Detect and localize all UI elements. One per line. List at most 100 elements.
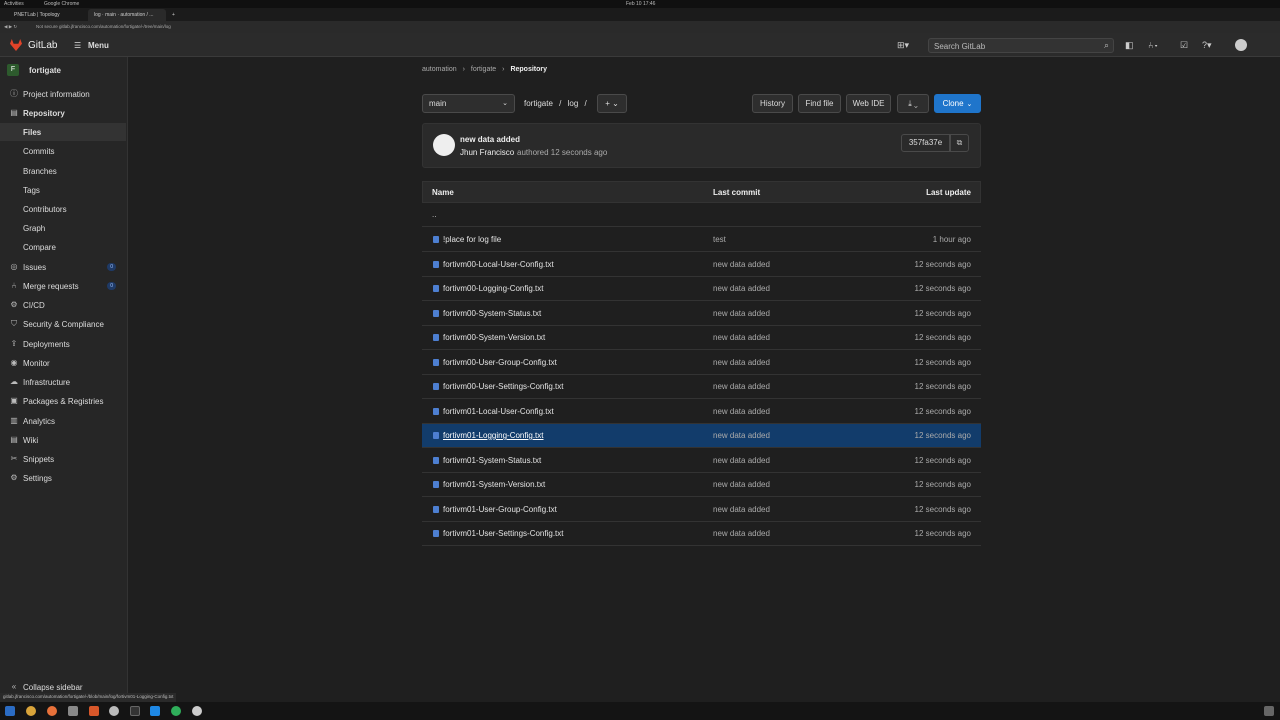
new-tab-button[interactable]: + bbox=[166, 9, 178, 21]
sidebar-item-packages-registries[interactable]: ▣ Packages & Registries bbox=[0, 392, 126, 410]
table-row[interactable]: fortivm00-System-Status.txt new data adde… bbox=[422, 302, 981, 326]
sidebar-item-graph[interactable]: Graph bbox=[0, 219, 126, 237]
commit-author[interactable]: Jhun Francisco bbox=[460, 148, 514, 157]
chrome-icon[interactable] bbox=[26, 706, 36, 716]
info-icon: ⓘ bbox=[10, 89, 18, 98]
table-row[interactable]: fortivm00-System-Version.txt new data add… bbox=[422, 326, 981, 350]
sidebar-item-merge-requests[interactable]: ⑃ Merge requests 0 bbox=[0, 277, 126, 295]
find-file-button[interactable]: Find file bbox=[798, 94, 841, 113]
file-icon bbox=[433, 359, 439, 366]
path-log[interactable]: log bbox=[568, 99, 579, 108]
create-new-icon[interactable]: ⊞▾ bbox=[897, 40, 909, 51]
files-icon[interactable] bbox=[68, 706, 78, 716]
monitor-icon: ◉ bbox=[10, 358, 18, 367]
browser-tab-gitlab[interactable]: log · main · automation / ... bbox=[88, 9, 166, 21]
nav-arrows-icon[interactable]: ◀ ▶ ↻ bbox=[4, 24, 17, 30]
merge-requests-count-badge: 0 bbox=[107, 282, 116, 290]
sidebar-item-issues[interactable]: ◎ Issues 0 bbox=[0, 258, 126, 276]
firefox-icon[interactable] bbox=[47, 706, 57, 716]
menu-button[interactable]: Menu bbox=[88, 41, 109, 50]
sidebar-item-files[interactable]: Files bbox=[0, 123, 126, 141]
app-menu[interactable]: Google Chrome bbox=[44, 1, 79, 7]
deploy-icon: ⇪ bbox=[10, 339, 18, 348]
sidebar-project-header[interactable]: F fortigate bbox=[0, 61, 126, 79]
gitlab-logo-icon[interactable] bbox=[10, 39, 22, 51]
sidebar-item-snippets[interactable]: ✂ Snippets bbox=[0, 450, 126, 468]
settings-icon[interactable] bbox=[192, 706, 202, 716]
spotify-icon[interactable] bbox=[171, 706, 181, 716]
parent-directory-row[interactable]: .. bbox=[422, 203, 981, 227]
todos-icon[interactable]: ☑ bbox=[1180, 40, 1188, 51]
history-button[interactable]: History bbox=[752, 94, 793, 113]
table-row[interactable]: fortivm01-System-Version.txt new data add… bbox=[422, 473, 981, 497]
download-dropdown[interactable]: ⤓ ⌄ bbox=[897, 94, 929, 113]
table-row[interactable]: fortivm00-User-Settings-Config.txt new da… bbox=[422, 375, 981, 399]
sidebar-item-wiki[interactable]: ▤ Wiki bbox=[0, 431, 126, 449]
url-text[interactable]: Not secure gitlab.jfrancisco.com/automat… bbox=[36, 24, 171, 29]
table-row[interactable]: fortivm01-User-Settings-Config.txt new da… bbox=[422, 522, 981, 546]
commit-sha[interactable]: 357fa37e bbox=[901, 134, 950, 152]
path-fortigate[interactable]: fortigate bbox=[524, 99, 553, 108]
sidebar-item-project-information[interactable]: ⓘ Project information bbox=[0, 85, 126, 103]
author-avatar[interactable] bbox=[433, 134, 455, 156]
table-row[interactable]: fortivm01-User-Group-Config.txt new data … bbox=[422, 498, 981, 522]
table-row[interactable]: fortivm00-User-Group-Config.txt new data … bbox=[422, 351, 981, 375]
merge-requests-icon[interactable]: ⑃▾ bbox=[1148, 40, 1159, 50]
gear-icon: ⚙ bbox=[10, 473, 18, 482]
activities-button[interactable]: Activities bbox=[4, 1, 24, 7]
web-ide-button[interactable]: Web IDE bbox=[846, 94, 891, 113]
sidebar-item-infrastructure[interactable]: ☁ Infrastructure bbox=[0, 373, 126, 391]
file-icon bbox=[433, 383, 439, 390]
sidebar-item-ci-cd[interactable]: ⚙ CI/CD bbox=[0, 296, 126, 314]
table-row[interactable]: !place for log file test 1 hour ago bbox=[422, 228, 981, 252]
add-file-dropdown[interactable]: + ⌄ bbox=[597, 94, 627, 113]
copy-sha-icon[interactable]: ⧉ bbox=[950, 134, 969, 152]
breadcrumb-repository[interactable]: Repository bbox=[510, 66, 547, 73]
status-url: gitlab.jfrancisco.com/automation/fortiga… bbox=[0, 693, 177, 702]
breadcrumb-fortigate[interactable]: fortigate bbox=[471, 66, 496, 73]
file-icon bbox=[433, 261, 439, 268]
sidebar-item-monitor[interactable]: ◉ Monitor bbox=[0, 354, 126, 372]
chromium-icon[interactable] bbox=[109, 706, 119, 716]
sidebar-item-settings[interactable]: ⚙ Settings bbox=[0, 469, 126, 487]
clone-button[interactable]: Clone ⌄ bbox=[934, 94, 981, 113]
sidebar-item-commits[interactable]: Commits bbox=[0, 142, 126, 160]
branch-selector[interactable]: main ⌄ bbox=[422, 94, 515, 113]
sidebar-item-analytics[interactable]: ▥ Analytics bbox=[0, 412, 126, 430]
download-icon: ⤓ ⌄ bbox=[908, 98, 918, 108]
table-row[interactable]: fortivm00-Local-User-Config.txt new data … bbox=[422, 253, 981, 277]
address-bar[interactable]: ◀ ▶ ↻ Not secure gitlab.jfrancisco.com/a… bbox=[0, 21, 1280, 33]
column-last-update: Last update bbox=[926, 188, 971, 197]
table-row[interactable]: fortivm00-Logging-Config.txt new data add… bbox=[422, 277, 981, 301]
avatar[interactable] bbox=[1235, 39, 1247, 51]
sidebar-item-compare[interactable]: Compare bbox=[0, 238, 126, 256]
commit-title[interactable]: new data added bbox=[460, 135, 520, 144]
issues-icon[interactable]: ◧ bbox=[1125, 40, 1134, 51]
breadcrumb-automation[interactable]: automation bbox=[422, 66, 457, 73]
book-icon: ▤ bbox=[10, 435, 18, 444]
table-row[interactable]: fortivm01-System-Status.txt new data adde… bbox=[422, 449, 981, 473]
issues-icon: ◎ bbox=[10, 262, 18, 271]
repo-path: fortigate / log / bbox=[524, 99, 587, 108]
app-launcher-icon[interactable] bbox=[5, 706, 15, 716]
browser-tab-pnetlab[interactable]: PNETLab | Topology bbox=[8, 9, 84, 21]
software-icon[interactable] bbox=[89, 706, 99, 716]
table-row-selected[interactable]: fortivm01-Logging-Config.txt new data add… bbox=[422, 424, 981, 448]
show-apps-icon[interactable] bbox=[1264, 706, 1274, 716]
sidebar-item-deployments[interactable]: ⇪ Deployments bbox=[0, 335, 126, 353]
table-row[interactable]: fortivm01-Local-User-Config.txt new data … bbox=[422, 400, 981, 424]
vscode-icon[interactable] bbox=[150, 706, 160, 716]
terminal-icon[interactable] bbox=[130, 706, 140, 716]
file-icon bbox=[433, 457, 439, 464]
gitlab-logo-text[interactable]: GitLab bbox=[28, 40, 57, 51]
sidebar-item-branches[interactable]: Branches bbox=[0, 162, 126, 180]
help-icon[interactable]: ?▾ bbox=[1202, 40, 1212, 51]
sidebar-item-security-compliance[interactable]: ⛉ Security & Compliance bbox=[0, 315, 126, 333]
project-avatar: F bbox=[7, 64, 19, 76]
menu-icon[interactable]: ☰ bbox=[74, 41, 81, 50]
search-input[interactable]: Search GitLab ⌕ bbox=[928, 38, 1114, 53]
clock[interactable]: Feb 10 17:46 bbox=[626, 1, 655, 7]
sidebar-item-repository[interactable]: ▤ Repository bbox=[0, 104, 126, 122]
sidebar-item-tags[interactable]: Tags bbox=[0, 181, 126, 199]
sidebar-item-contributors[interactable]: Contributors bbox=[0, 200, 126, 218]
